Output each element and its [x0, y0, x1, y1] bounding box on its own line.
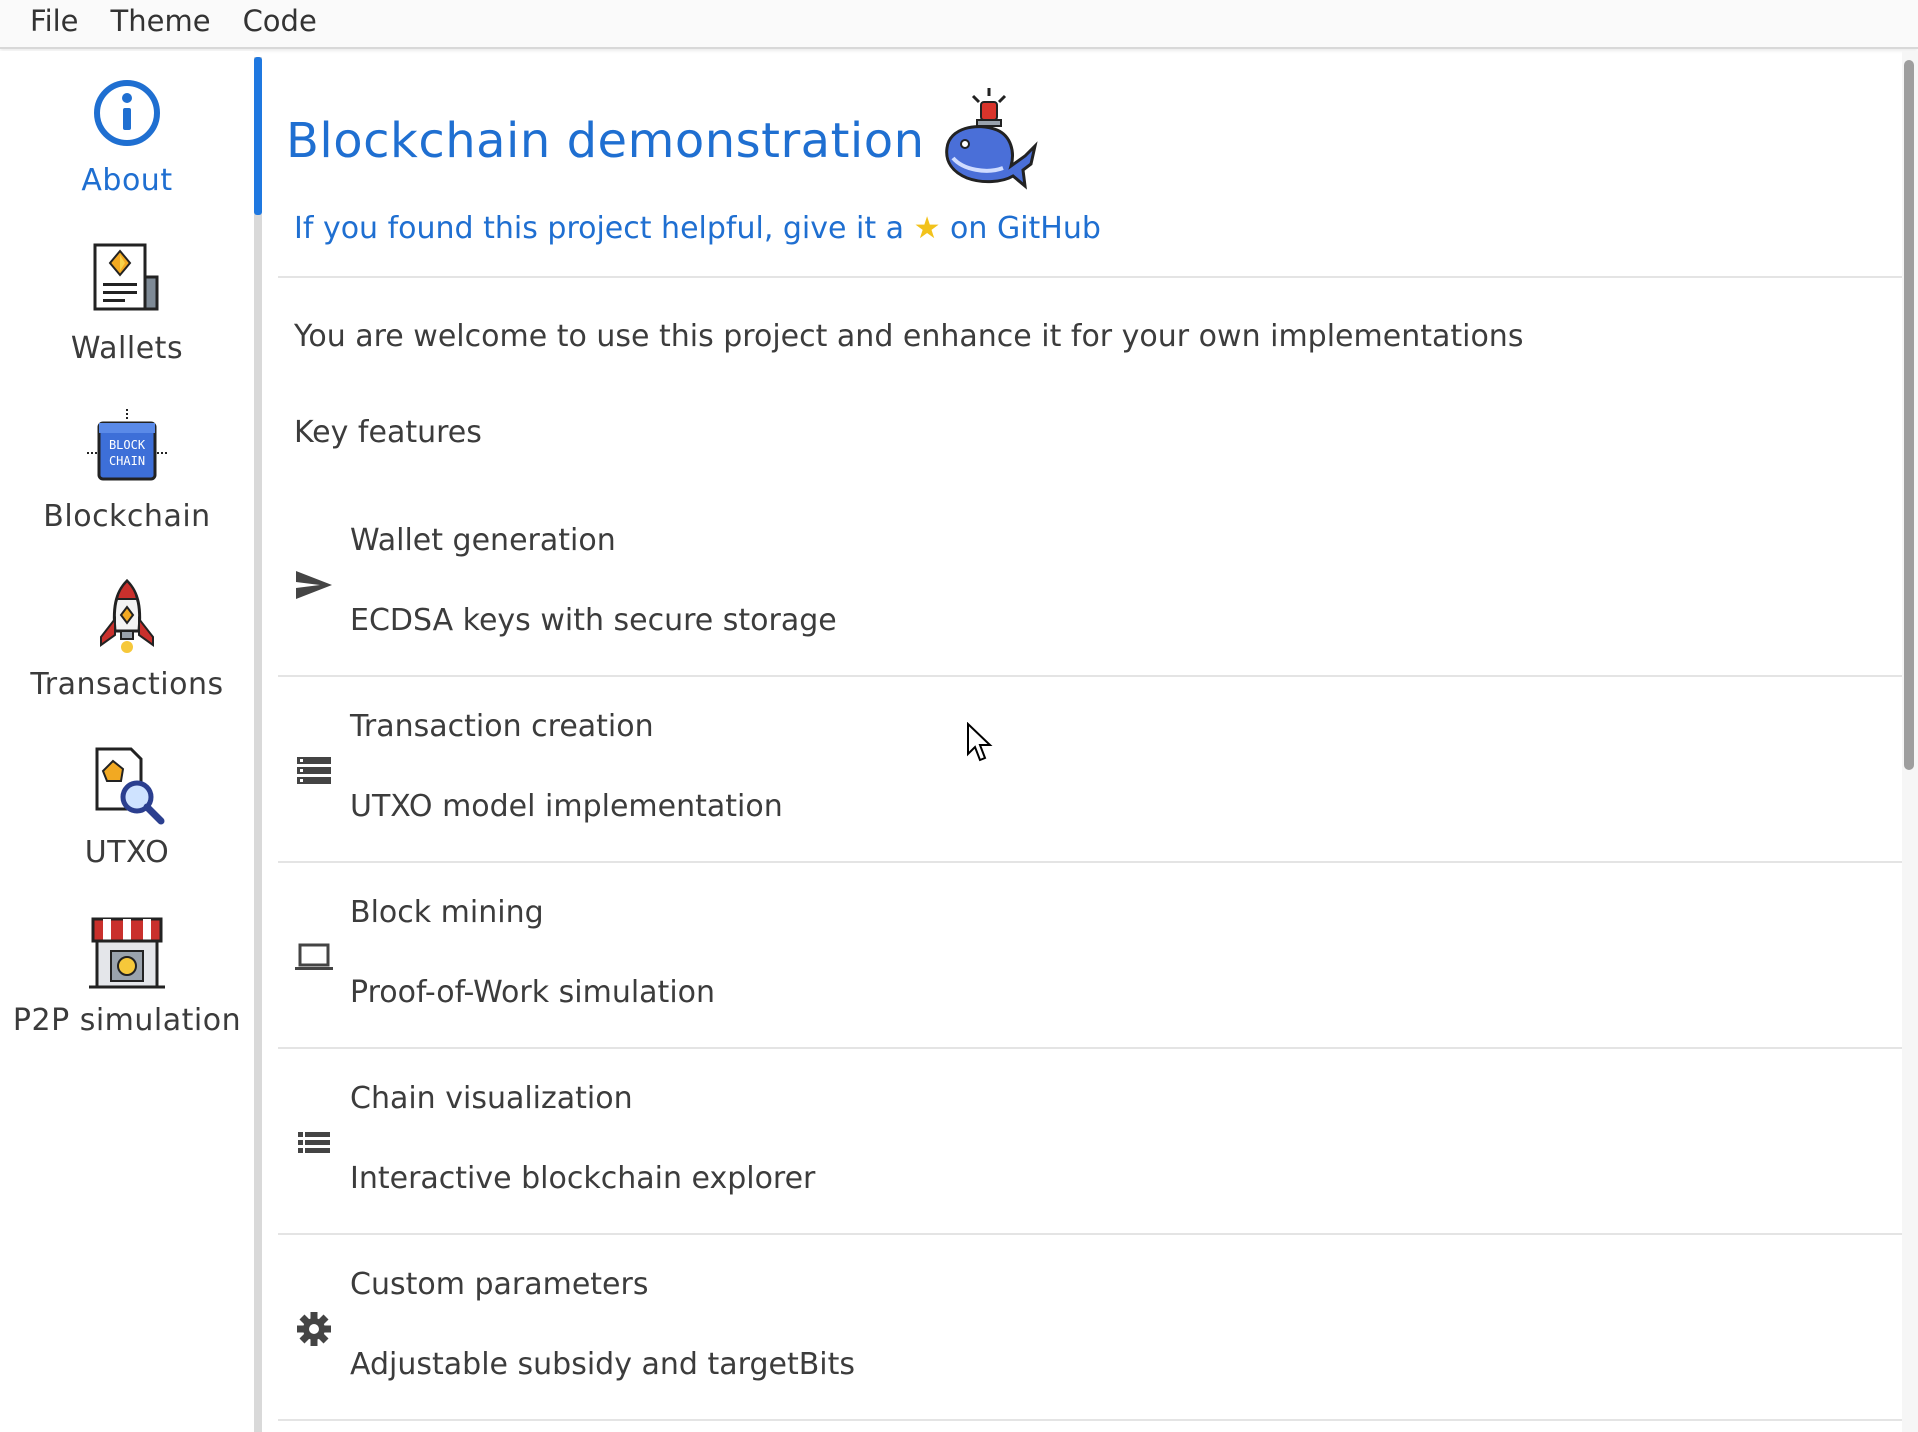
feature-description: Adjustable subsidy and targetBits: [350, 1347, 856, 1382]
send-icon: [296, 571, 332, 599]
sidebar-item-label: P2P simulation: [12, 1003, 242, 1038]
blockchain-cube-icon: BLOCK CHAIN: [87, 409, 167, 481]
feature-item-chain-visualization[interactable]: Chain visualization Interactive blockcha…: [278, 1051, 1902, 1235]
sidebar-item-label: About: [81, 163, 173, 198]
sidebar: About Wallets BLOCK CHAIN Blockchain Tra…: [0, 51, 254, 1432]
feature-title: Transaction creation: [350, 709, 654, 744]
github-star-link[interactable]: If you found this project helpful, give …: [294, 211, 1101, 246]
laptop-icon: [295, 943, 333, 970]
feature-item-block-mining[interactable]: Block mining Proof-of-Work simulation: [278, 865, 1902, 1049]
feature-description: ECDSA keys with secure storage: [350, 603, 837, 638]
page-title: Blockchain demonstration: [286, 113, 925, 169]
sidebar-item-label: Wallets: [70, 331, 184, 366]
sidebar-item-label: UTXO: [84, 835, 170, 870]
info-icon: [94, 80, 160, 146]
list-icon: [298, 1132, 330, 1153]
magnifier-document-icon: [95, 747, 165, 825]
sidebar-item-label: Blockchain: [43, 499, 211, 534]
title-row: Blockchain demonstration: [286, 71, 1039, 211]
sidebar-item-p2p-simulation[interactable]: P2P simulation: [0, 911, 254, 1071]
feature-item-custom-parameters[interactable]: Custom parameters Adjustable subsidy and…: [278, 1237, 1902, 1421]
shop-icon: [89, 917, 165, 989]
sidebar-divider[interactable]: [254, 57, 262, 1432]
divider: [278, 276, 1902, 278]
rocket-icon: [100, 578, 154, 653]
menu-theme[interactable]: Theme: [95, 4, 227, 44]
welcome-text: You are welcome to use this project and …: [294, 319, 1524, 354]
feature-description: UTXO model implementation: [350, 789, 783, 824]
main-content: Blockchain demonstration If you found th…: [262, 51, 1902, 1432]
svg-text:BLOCK: BLOCK: [109, 438, 146, 452]
storage-icon: [297, 757, 331, 784]
gear-icon: [297, 1312, 331, 1346]
sidebar-item-wallets[interactable]: Wallets: [0, 239, 254, 399]
menu-bar: File Theme Code: [0, 0, 1918, 49]
github-text-before: If you found this project helpful, give …: [294, 211, 905, 246]
wallet-document-icon: [93, 243, 159, 311]
sidebar-item-label: Transactions: [30, 667, 224, 702]
menu-code[interactable]: Code: [227, 4, 333, 44]
sidebar-item-utxo[interactable]: UTXO: [0, 743, 254, 903]
feature-title: Custom parameters: [350, 1267, 649, 1302]
sidebar-item-about[interactable]: About: [0, 71, 254, 231]
github-text-after: on GitHub: [950, 211, 1101, 246]
feature-description: Interactive blockchain explorer: [350, 1161, 816, 1196]
feature-title: Block mining: [350, 895, 544, 930]
sidebar-item-transactions[interactable]: Transactions: [0, 575, 254, 735]
whale-siren-icon: [944, 88, 1038, 190]
feature-title: Chain visualization: [350, 1081, 633, 1116]
svg-text:CHAIN: CHAIN: [109, 454, 145, 468]
feature-item-wallet-generation[interactable]: Wallet generation ECDSA keys with secure…: [278, 493, 1902, 677]
feature-description: Proof-of-Work simulation: [350, 975, 716, 1010]
key-features-heading: Key features: [294, 415, 482, 450]
menu-file[interactable]: File: [0, 4, 95, 44]
active-tab-indicator: [254, 57, 262, 215]
feature-title: Wallet generation: [350, 523, 616, 558]
sidebar-item-blockchain[interactable]: BLOCK CHAIN Blockchain: [0, 407, 254, 567]
star-icon: ★: [913, 211, 941, 246]
vertical-scrollbar-thumb[interactable]: [1904, 60, 1914, 770]
feature-item-transaction-creation[interactable]: Transaction creation UTXO model implemen…: [278, 679, 1902, 863]
